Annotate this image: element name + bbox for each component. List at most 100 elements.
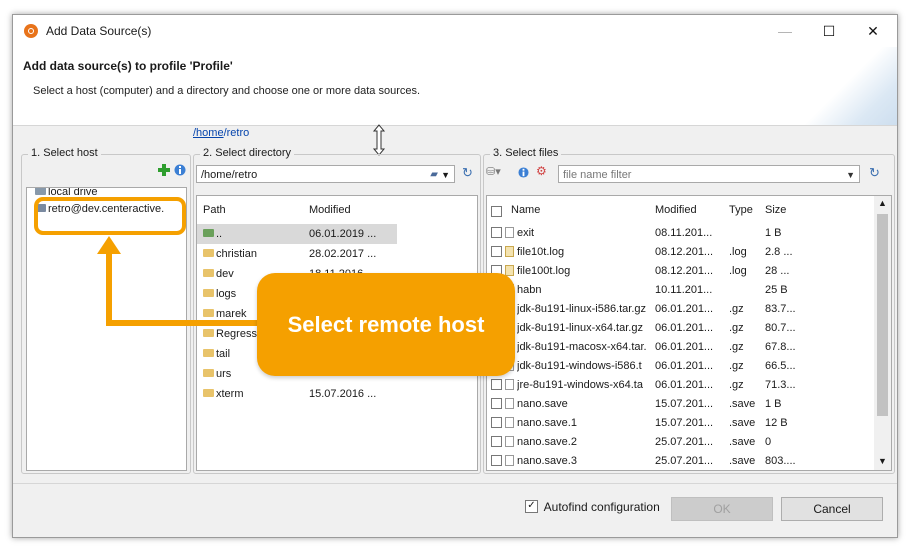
- file-row[interactable]: nano.save.3 25.07.201... .save 803....: [487, 452, 867, 470]
- directory-row[interactable]: .. 06.01.2019 ...: [197, 224, 397, 244]
- file-name: jre-8u191-windows-x64.ta: [517, 379, 643, 391]
- select-files-menu-icon[interactable]: ⛁▾: [486, 165, 501, 178]
- file-type: .gz: [729, 379, 744, 391]
- file-checkbox[interactable]: [491, 226, 502, 238]
- scrollbar-thumb[interactable]: [877, 214, 888, 416]
- cancel-button[interactable]: Cancel: [781, 497, 883, 521]
- file-type: .log: [729, 265, 747, 277]
- folder-icon: [203, 329, 214, 338]
- file-name: exit: [517, 227, 535, 239]
- file-icon: [505, 397, 514, 409]
- autofind-checkbox[interactable]: ✓ Autofind configuration: [525, 500, 660, 514]
- file-size: 83.7...: [765, 303, 796, 315]
- scroll-down-icon[interactable]: ▼: [878, 456, 887, 466]
- directory-modified: 28.02.2017 ...: [309, 248, 377, 260]
- col-header-path[interactable]: Path: [203, 204, 226, 216]
- close-button[interactable]: ✕: [853, 19, 893, 43]
- file-modified: 08.12.201...: [655, 246, 714, 258]
- file-row[interactable]: nano.save 15.07.201... .save 1 B: [487, 395, 867, 414]
- col-header-type[interactable]: Type: [729, 204, 753, 216]
- file-modified: 25.07.201...: [655, 455, 714, 467]
- window-title: Add Data Source(s): [46, 24, 152, 38]
- autofind-label: Autofind configuration: [543, 500, 660, 514]
- resize-splitter-icon[interactable]: [371, 123, 387, 157]
- directory-row[interactable]: xterm 15.07.2016 ...: [197, 384, 397, 404]
- file-checkbox[interactable]: [491, 245, 502, 257]
- dialog-header: Add data source(s) to profile 'Profile' …: [13, 47, 897, 126]
- files-group-label: 3. Select files: [490, 147, 562, 159]
- directory-row[interactable]: christian 28.02.2017 ...: [197, 244, 397, 264]
- file-type: .gz: [729, 341, 744, 353]
- info-icon[interactable]: [518, 167, 529, 178]
- file-checkbox[interactable]: [491, 454, 502, 466]
- file-row[interactable]: jdk-8u191-macosx-x64.tar. 06.01.201... .gz…: [487, 338, 867, 357]
- file-icon: [505, 435, 514, 447]
- col-header-name[interactable]: Name: [511, 204, 540, 216]
- parent-folder-icon: [203, 229, 214, 238]
- maximize-button[interactable]: ☐: [809, 19, 849, 43]
- file-modified: 06.01.201...: [655, 379, 714, 391]
- path-link-home[interactable]: /home: [193, 127, 224, 139]
- folder-nav-icon[interactable]: ▰: [430, 166, 438, 184]
- file-icon: [505, 245, 514, 257]
- file-size: 28 ...: [765, 265, 790, 277]
- filter-options-icon[interactable]: ⚙: [536, 164, 547, 178]
- path-link-current[interactable]: /retro: [224, 127, 250, 139]
- files-group: 3. Select files ⛁▾ ⚙ file name filter ▼ …: [483, 147, 895, 474]
- add-host-icon[interactable]: [158, 164, 170, 176]
- file-modified: 08.11.201...: [655, 227, 713, 239]
- ok-button[interactable]: OK: [671, 497, 773, 521]
- directory-name: tail: [216, 348, 231, 360]
- file-name: nano.save.2: [517, 436, 577, 448]
- file-type: .gz: [729, 322, 744, 334]
- folder-icon: [203, 389, 214, 398]
- autofind-check-icon: ✓: [525, 500, 538, 514]
- header-banner-graphic: [797, 47, 897, 125]
- file-type: .save: [729, 436, 756, 448]
- file-row[interactable]: nano.save.1 15.07.201... .save 12 B: [487, 414, 867, 433]
- refresh-directory-icon[interactable]: ↻: [462, 165, 473, 181]
- directory-name: marek: [216, 308, 247, 320]
- folder-icon: [203, 349, 214, 358]
- refresh-files-icon[interactable]: ↻: [869, 165, 880, 181]
- folder-icon: [203, 309, 214, 318]
- file-row[interactable]: jdk-8u191-windows-i586.t 06.01.201... .gz 6…: [487, 357, 867, 376]
- file-name: file100t.log: [517, 265, 571, 277]
- file-row[interactable]: jre-8u191-windows-x64.ta 06.01.201... .gz 7…: [487, 376, 867, 395]
- directory-path-combo[interactable]: /home/retro ▰ ▼: [196, 165, 455, 183]
- file-modified: 10.11.201...: [655, 284, 713, 296]
- file-checkbox[interactable]: [491, 416, 502, 428]
- file-name: jdk-8u191-linux-i586.tar.gz: [517, 303, 647, 315]
- annotation-arrow-line: [106, 320, 258, 326]
- scroll-up-icon[interactable]: ▲: [878, 198, 887, 208]
- file-row[interactable]: file100t.log 08.12.201... .log 28 ...: [487, 262, 867, 281]
- file-row[interactable]: exit 08.11.201... 1 B: [487, 224, 867, 243]
- chevron-down-icon[interactable]: ▼: [441, 166, 450, 184]
- file-row[interactable]: jdk-8u191-linux-i586.tar.gz 06.01.201....…: [487, 300, 867, 319]
- file-checkbox[interactable]: [491, 435, 502, 447]
- file-modified: 06.01.201...: [655, 341, 714, 353]
- folder-icon: [203, 369, 214, 378]
- col-header-modified[interactable]: Modified: [309, 204, 351, 216]
- file-checkbox[interactable]: [491, 378, 502, 390]
- file-row[interactable]: nano.save.2 25.07.201... .save 0: [487, 433, 867, 452]
- col-header-size[interactable]: Size: [765, 204, 786, 216]
- folder-icon: [203, 249, 214, 258]
- file-type: .gz: [729, 360, 744, 372]
- files-scrollbar[interactable]: ▲ ▼: [874, 196, 891, 470]
- host-info-icon[interactable]: [174, 164, 186, 176]
- file-type: .save: [729, 455, 756, 467]
- file-modified: 25.07.201...: [655, 436, 714, 448]
- filter-placeholder: file name filter: [563, 169, 632, 181]
- file-name-filter-input[interactable]: file name filter ▼: [558, 165, 860, 183]
- file-checkbox[interactable]: [491, 397, 502, 409]
- select-all-checkbox[interactable]: [491, 206, 502, 217]
- directory-path-value: /home/retro: [201, 169, 258, 181]
- file-size: 1 B: [765, 398, 782, 410]
- col-header-modified[interactable]: Modified: [655, 204, 697, 216]
- chevron-down-icon[interactable]: ▼: [846, 166, 855, 184]
- file-row[interactable]: file10t.log 08.12.201... .log 2.8 ...: [487, 243, 867, 262]
- file-row[interactable]: habn 10.11.201... 25 B: [487, 281, 867, 300]
- file-row[interactable]: jdk-8u191-linux-x64.tar.gz 06.01.201... .g…: [487, 319, 867, 338]
- minimize-button[interactable]: —: [765, 19, 805, 43]
